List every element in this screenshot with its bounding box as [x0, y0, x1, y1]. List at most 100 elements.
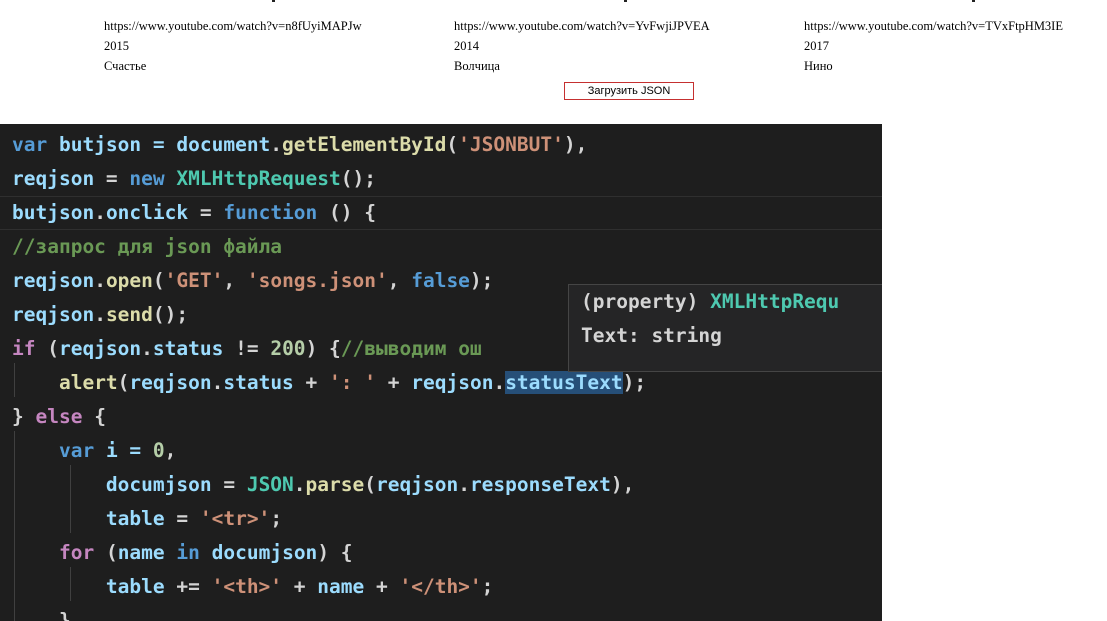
code-token: (); — [340, 167, 377, 190]
code-token: = — [94, 167, 130, 190]
code-token: ); — [622, 371, 647, 394]
code-token: . — [211, 371, 224, 394]
clipped-previous-row — [0, 0, 1107, 4]
code-token: documjson — [105, 473, 212, 496]
clipped-glyph — [272, 0, 275, 2]
code-token: parse — [305, 473, 365, 496]
song-column-2: https://www.youtube.com/watch?v=YvFwjiJP… — [454, 16, 710, 76]
code-line[interactable]: var butjson = document.getElementById('J… — [12, 128, 587, 162]
code-token: ; — [270, 507, 283, 530]
code-token: reqjson — [411, 371, 494, 394]
code-line[interactable]: } — [12, 604, 71, 621]
code-token: in — [176, 541, 200, 564]
code-token: + — [293, 371, 330, 394]
code-token: var — [58, 439, 95, 462]
code-token: table — [105, 575, 165, 598]
clipped-glyph — [972, 0, 975, 2]
code-token: reqjson — [12, 269, 95, 292]
code-editor[interactable]: var butjson = document.getElementById('J… — [0, 124, 882, 621]
code-line[interactable]: butjson.onclick = function () { — [12, 196, 376, 230]
code-token: status — [152, 337, 224, 360]
code-line[interactable]: documjson = JSON.parse(reqjson.responseT… — [12, 468, 634, 502]
code-token: = — [188, 201, 224, 224]
code-token: += — [164, 575, 212, 598]
code-token: . — [493, 371, 506, 394]
webpage-area: https://www.youtube.com/watch?v=n8fUyiMA… — [0, 0, 1107, 118]
code-token: ( — [152, 269, 165, 292]
code-token: ( — [94, 541, 118, 564]
load-json-button[interactable]: Загрузить JSON — [564, 82, 694, 100]
code-token: (); — [152, 303, 189, 326]
code-token: reqjson — [129, 371, 212, 394]
code-token: . — [94, 201, 106, 224]
code-token: JSON — [246, 473, 294, 496]
code-token: send — [105, 303, 153, 326]
code-token: ( — [446, 133, 459, 156]
song-url: https://www.youtube.com/watch?v=n8fUyiMA… — [104, 19, 362, 33]
code-token: , — [223, 269, 247, 292]
code-token: function — [223, 201, 318, 224]
tooltip-signature: (property) XMLHttpRequ — [581, 285, 839, 319]
code-token: new — [129, 167, 165, 190]
code-line[interactable]: alert(reqjson.status + ': ' + reqjson.st… — [12, 366, 646, 400]
code-token: 0 — [152, 439, 165, 462]
tooltip-type-line: Text: string — [581, 324, 722, 347]
song-title: Счастье — [104, 59, 147, 73]
code-token: != — [223, 337, 271, 360]
code-line[interactable]: table = '<tr>'; — [12, 502, 282, 536]
code-token: //выводим ош — [340, 337, 482, 360]
code-token: reqjson — [12, 303, 95, 326]
code-token: reqjson — [12, 167, 95, 190]
code-token: + — [364, 575, 400, 598]
code-token: '<tr>' — [199, 507, 271, 530]
code-line[interactable]: reqjson.send(); — [12, 298, 188, 332]
code-line[interactable]: var i = 0, — [12, 434, 176, 468]
code-line[interactable]: if (reqjson.status != 200) {//выводим ош — [12, 332, 482, 366]
code-line[interactable]: } else { — [12, 400, 106, 434]
code-token: butjson — [12, 201, 95, 224]
code-token: false — [411, 269, 470, 292]
code-token: //запрос для json файла — [12, 235, 283, 258]
code-token: ( — [364, 473, 376, 496]
code-token: . — [94, 269, 106, 292]
code-token: . — [293, 473, 306, 496]
code-token: ; — [481, 575, 494, 598]
code-token: documjson — [211, 541, 318, 564]
code-token: alert — [58, 371, 118, 394]
code-token: . — [270, 133, 283, 156]
code-token: ( — [35, 337, 59, 360]
code-token: ( — [117, 371, 130, 394]
code-token: , — [387, 269, 412, 292]
song-url: https://www.youtube.com/watch?v=TVxFtpHM… — [804, 19, 1063, 33]
code-line[interactable]: //запрос для json файла — [12, 230, 282, 264]
code-token: getElementById — [282, 133, 447, 156]
code-token: ), — [563, 133, 588, 156]
code-token: + — [282, 575, 318, 598]
code-token: } — [12, 405, 36, 428]
code-token: '<th>' — [211, 575, 283, 598]
code-line[interactable]: reqjson.open('GET', 'songs.json', false)… — [12, 264, 493, 298]
code-token: name — [317, 575, 365, 598]
code-line[interactable]: reqjson = new XMLHttpRequest(); — [12, 162, 376, 196]
clipped-glyph — [624, 0, 627, 2]
code-token: table — [105, 507, 165, 530]
code-token: . — [458, 473, 470, 496]
code-token: name — [117, 541, 165, 564]
code-line[interactable]: for (name in documjson) { — [12, 536, 353, 570]
song-year: 2017 — [804, 39, 829, 53]
code-token: for — [58, 541, 95, 564]
code-token: reqjson — [58, 337, 142, 360]
code-token: open — [105, 269, 153, 292]
code-token: ) { — [317, 541, 353, 564]
code-token: onclick — [105, 201, 189, 224]
tooltip-prefix: (property) — [581, 290, 711, 313]
song-column-1: https://www.youtube.com/watch?v=n8fUyiMA… — [104, 16, 362, 76]
code-token: } — [12, 609, 71, 621]
code-line[interactable]: table += '<th>' + name + '</th>'; — [12, 570, 494, 604]
